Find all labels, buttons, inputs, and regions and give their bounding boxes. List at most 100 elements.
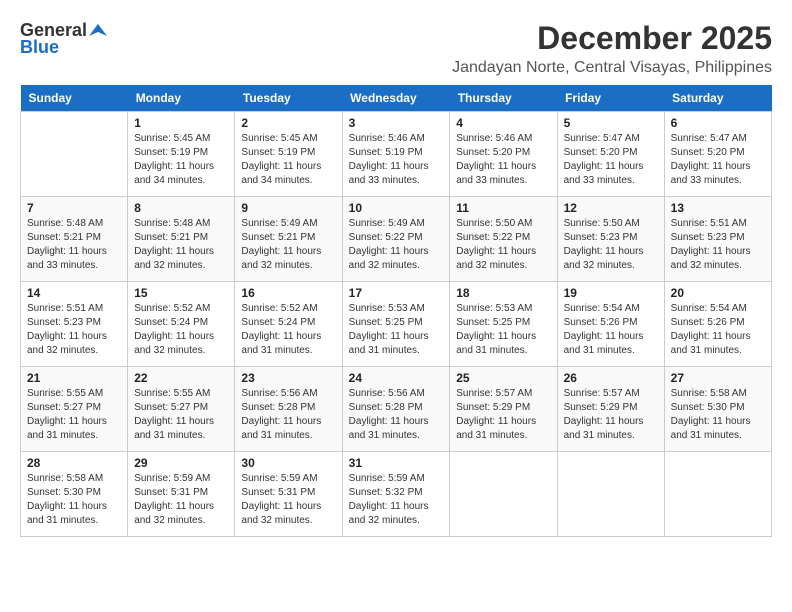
calendar-day-cell: 26 Sunrise: 5:57 AM Sunset: 5:29 PM Dayli… (557, 367, 664, 452)
day-number: 22 (134, 371, 228, 385)
calendar-day-cell (557, 452, 664, 537)
calendar-week-row: 21 Sunrise: 5:55 AM Sunset: 5:27 PM Dayli… (21, 367, 772, 452)
day-info: Sunrise: 5:45 AM Sunset: 5:19 PM Dayligh… (134, 132, 228, 188)
calendar-day-cell: 31 Sunrise: 5:59 AM Sunset: 5:32 PM Dayli… (342, 452, 450, 537)
day-info: Sunrise: 5:51 AM Sunset: 5:23 PM Dayligh… (671, 217, 765, 273)
day-number: 25 (456, 371, 550, 385)
day-info: Sunrise: 5:46 AM Sunset: 5:20 PM Dayligh… (456, 132, 550, 188)
day-info: Sunrise: 5:55 AM Sunset: 5:27 PM Dayligh… (27, 387, 121, 443)
title-area: December 2025 Jandayan Norte, Central Vi… (452, 20, 772, 77)
calendar-day-cell: 12 Sunrise: 5:50 AM Sunset: 5:23 PM Dayli… (557, 197, 664, 282)
day-info: Sunrise: 5:54 AM Sunset: 5:26 PM Dayligh… (671, 302, 765, 358)
calendar-day-cell: 13 Sunrise: 5:51 AM Sunset: 5:23 PM Dayli… (664, 197, 771, 282)
day-info: Sunrise: 5:52 AM Sunset: 5:24 PM Dayligh… (241, 302, 335, 358)
day-number: 3 (349, 116, 444, 130)
calendar-day-cell: 8 Sunrise: 5:48 AM Sunset: 5:21 PM Daylig… (128, 197, 235, 282)
day-info: Sunrise: 5:54 AM Sunset: 5:26 PM Dayligh… (564, 302, 658, 358)
day-number: 9 (241, 201, 335, 215)
calendar-day-cell: 21 Sunrise: 5:55 AM Sunset: 5:27 PM Dayli… (21, 367, 128, 452)
calendar-day-cell: 11 Sunrise: 5:50 AM Sunset: 5:22 PM Dayli… (450, 197, 557, 282)
calendar-day-cell: 28 Sunrise: 5:58 AM Sunset: 5:30 PM Dayli… (21, 452, 128, 537)
day-info: Sunrise: 5:45 AM Sunset: 5:19 PM Dayligh… (241, 132, 335, 188)
weekday-header-saturday: Saturday (664, 85, 771, 112)
day-info: Sunrise: 5:48 AM Sunset: 5:21 PM Dayligh… (134, 217, 228, 273)
calendar-week-row: 28 Sunrise: 5:58 AM Sunset: 5:30 PM Dayli… (21, 452, 772, 537)
day-number: 16 (241, 286, 335, 300)
day-info: Sunrise: 5:50 AM Sunset: 5:23 PM Dayligh… (564, 217, 658, 273)
day-info: Sunrise: 5:57 AM Sunset: 5:29 PM Dayligh… (456, 387, 550, 443)
month-title: December 2025 (452, 20, 772, 57)
calendar-body: 1 Sunrise: 5:45 AM Sunset: 5:19 PM Daylig… (21, 112, 772, 537)
calendar-day-cell: 2Sunrise: 5:45 AM Sunset: 5:19 PM Daylig… (235, 112, 342, 197)
calendar-day-cell: 25 Sunrise: 5:57 AM Sunset: 5:29 PM Dayli… (450, 367, 557, 452)
day-number: 13 (671, 201, 765, 215)
day-info: Sunrise: 5:47 AM Sunset: 5:20 PM Dayligh… (564, 132, 658, 188)
calendar-header-row: SundayMondayTuesdayWednesdayThursdayFrid… (21, 85, 772, 112)
day-number: 26 (564, 371, 658, 385)
calendar-day-cell: 29 Sunrise: 5:59 AM Sunset: 5:31 PM Dayli… (128, 452, 235, 537)
day-number: 7 (27, 201, 121, 215)
calendar-day-cell: 7 Sunrise: 5:48 AM Sunset: 5:21 PM Daylig… (21, 197, 128, 282)
calendar-day-cell (21, 112, 128, 197)
weekday-header-thursday: Thursday (450, 85, 557, 112)
day-info: Sunrise: 5:46 AM Sunset: 5:19 PM Dayligh… (349, 132, 444, 188)
day-number: 19 (564, 286, 658, 300)
calendar-day-cell: 20 Sunrise: 5:54 AM Sunset: 5:26 PM Dayli… (664, 282, 771, 367)
calendar-day-cell: 24Sunrise: 5:56 AM Sunset: 5:28 PM Dayli… (342, 367, 450, 452)
weekday-header-wednesday: Wednesday (342, 85, 450, 112)
calendar-table: SundayMondayTuesdayWednesdayThursdayFrid… (20, 85, 772, 537)
calendar-day-cell: 30 Sunrise: 5:59 AM Sunset: 5:31 PM Dayli… (235, 452, 342, 537)
day-number: 23 (241, 371, 335, 385)
day-info: Sunrise: 5:56 AM Sunset: 5:28 PM Dayligh… (241, 387, 335, 443)
day-number: 29 (134, 456, 228, 470)
day-info: Sunrise: 5:52 AM Sunset: 5:24 PM Dayligh… (134, 302, 228, 358)
day-info: Sunrise: 5:55 AM Sunset: 5:27 PM Dayligh… (134, 387, 228, 443)
day-info: Sunrise: 5:50 AM Sunset: 5:22 PM Dayligh… (456, 217, 550, 273)
day-number: 11 (456, 201, 550, 215)
calendar-day-cell: 23 Sunrise: 5:56 AM Sunset: 5:28 PM Dayli… (235, 367, 342, 452)
location-title: Jandayan Norte, Central Visayas, Philipp… (452, 59, 772, 77)
logo-bird-icon (89, 22, 107, 40)
logo-blue: Blue (20, 37, 59, 58)
day-info: Sunrise: 5:53 AM Sunset: 5:25 PM Dayligh… (349, 302, 444, 358)
day-info: Sunrise: 5:59 AM Sunset: 5:31 PM Dayligh… (134, 472, 228, 528)
day-number: 28 (27, 456, 121, 470)
calendar-day-cell (450, 452, 557, 537)
day-number: 8 (134, 201, 228, 215)
day-number: 17 (349, 286, 444, 300)
day-number: 15 (134, 286, 228, 300)
day-number: 18 (456, 286, 550, 300)
calendar-week-row: 7 Sunrise: 5:48 AM Sunset: 5:21 PM Daylig… (21, 197, 772, 282)
day-number: 31 (349, 456, 444, 470)
day-number: 21 (27, 371, 121, 385)
day-number: 30 (241, 456, 335, 470)
calendar-day-cell: 1 Sunrise: 5:45 AM Sunset: 5:19 PM Daylig… (128, 112, 235, 197)
calendar-day-cell: 18Sunrise: 5:53 AM Sunset: 5:25 PM Dayli… (450, 282, 557, 367)
calendar-day-cell: 6Sunrise: 5:47 AM Sunset: 5:20 PM Daylig… (664, 112, 771, 197)
day-number: 10 (349, 201, 444, 215)
day-info: Sunrise: 5:49 AM Sunset: 5:22 PM Dayligh… (349, 217, 444, 273)
day-number: 20 (671, 286, 765, 300)
calendar-week-row: 1 Sunrise: 5:45 AM Sunset: 5:19 PM Daylig… (21, 112, 772, 197)
day-number: 12 (564, 201, 658, 215)
day-info: Sunrise: 5:58 AM Sunset: 5:30 PM Dayligh… (671, 387, 765, 443)
day-info: Sunrise: 5:58 AM Sunset: 5:30 PM Dayligh… (27, 472, 121, 528)
day-info: Sunrise: 5:51 AM Sunset: 5:23 PM Dayligh… (27, 302, 121, 358)
day-info: Sunrise: 5:59 AM Sunset: 5:31 PM Dayligh… (241, 472, 335, 528)
calendar-day-cell: 27Sunrise: 5:58 AM Sunset: 5:30 PM Dayli… (664, 367, 771, 452)
day-number: 1 (134, 116, 228, 130)
calendar-day-cell: 14Sunrise: 5:51 AM Sunset: 5:23 PM Dayli… (21, 282, 128, 367)
page-header: General Blue December 2025 Jandayan Nort… (20, 20, 772, 77)
calendar-week-row: 14Sunrise: 5:51 AM Sunset: 5:23 PM Dayli… (21, 282, 772, 367)
calendar-day-cell (664, 452, 771, 537)
day-info: Sunrise: 5:59 AM Sunset: 5:32 PM Dayligh… (349, 472, 444, 528)
day-info: Sunrise: 5:57 AM Sunset: 5:29 PM Dayligh… (564, 387, 658, 443)
calendar-day-cell: 15 Sunrise: 5:52 AM Sunset: 5:24 PM Dayli… (128, 282, 235, 367)
calendar-day-cell: 4Sunrise: 5:46 AM Sunset: 5:20 PM Daylig… (450, 112, 557, 197)
calendar-day-cell: 3 Sunrise: 5:46 AM Sunset: 5:19 PM Daylig… (342, 112, 450, 197)
day-info: Sunrise: 5:48 AM Sunset: 5:21 PM Dayligh… (27, 217, 121, 273)
calendar-day-cell: 9Sunrise: 5:49 AM Sunset: 5:21 PM Daylig… (235, 197, 342, 282)
calendar-day-cell: 5Sunrise: 5:47 AM Sunset: 5:20 PM Daylig… (557, 112, 664, 197)
day-number: 24 (349, 371, 444, 385)
day-info: Sunrise: 5:47 AM Sunset: 5:20 PM Dayligh… (671, 132, 765, 188)
